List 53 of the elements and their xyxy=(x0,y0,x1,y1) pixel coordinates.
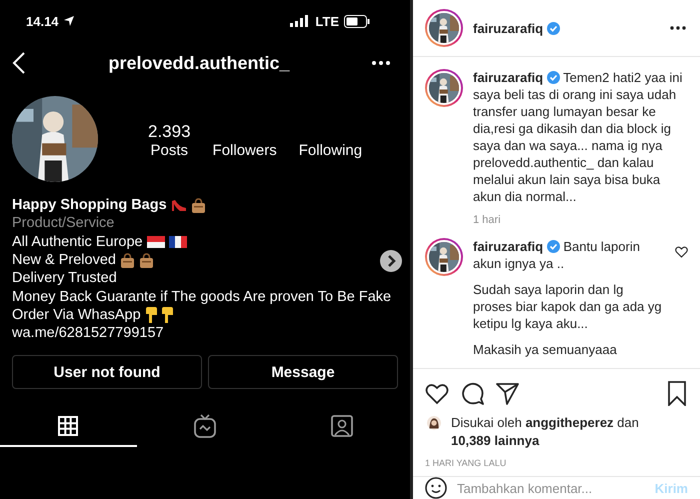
network-label: LTE xyxy=(315,14,339,28)
comment-text: Sudah saya laporin dan lg proses biar kapok dan ga ada yg ketipu lg kaya aku... xyxy=(473,281,663,332)
flag-icon xyxy=(146,236,165,248)
heart-icon[interactable] xyxy=(425,382,449,405)
tv-icon xyxy=(194,414,216,438)
handbag-icon xyxy=(190,198,206,213)
stat-value: 2.393 xyxy=(148,122,191,142)
bookmark-icon[interactable] xyxy=(668,381,686,406)
high-heel-icon xyxy=(170,198,187,212)
comment-field[interactable]: Tambahkan komentar... xyxy=(457,480,645,496)
username-link[interactable]: fairuzarafiq xyxy=(473,70,544,86)
send-icon[interactable] xyxy=(496,382,519,405)
stat-label[interactable]: Following xyxy=(298,142,362,159)
category-text: Product/Service xyxy=(12,215,114,232)
profile-name: Happy Shopping Bags xyxy=(12,197,167,214)
heart-icon[interactable] xyxy=(675,246,688,258)
time-text: 14.14 xyxy=(26,14,59,28)
bio-text: Order Via WhasApp xyxy=(12,306,141,323)
pointing-hand-icon xyxy=(144,306,157,323)
flag-icon xyxy=(168,236,187,248)
username-link[interactable]: fairuzarafiq xyxy=(473,239,544,254)
handbag-icon xyxy=(120,252,135,268)
pointing-hand-icon xyxy=(160,306,173,323)
bio-text: Money Back Guarante if The goods Are proven To Be Fake xyxy=(12,288,392,305)
handbag-icon xyxy=(138,252,154,268)
comment-text: Makasih ya semuanyaaa xyxy=(473,341,618,358)
post-date: 1 HARI YANG LALU xyxy=(424,457,508,470)
stat-label[interactable]: Followers xyxy=(212,142,277,159)
comment-text: fairuzarafiq Bantu laporin akun ignya ya .. xyxy=(473,238,641,272)
likes-text: Disukai oleh anggitheperez dan 10,389 lainnya xyxy=(451,414,640,450)
stat-label[interactable]: Posts xyxy=(150,142,188,159)
bio-text: All Authentic Europe xyxy=(12,234,143,250)
avatar-icon xyxy=(425,414,443,432)
bio-text: Delivery Trusted xyxy=(12,270,117,286)
emoji-icon[interactable] xyxy=(425,477,447,499)
more-icon[interactable] xyxy=(670,26,686,30)
signal-icon xyxy=(290,15,310,27)
comment-icon[interactable] xyxy=(461,382,484,406)
more-icon[interactable] xyxy=(372,61,390,65)
bio-text: New & Preloved xyxy=(12,252,116,268)
comment-text: fairuzarafiq Temen2 hati2 yaa ini saya beli tas di orang ini saya udah transfer uang lumayan besar ke dia,resi ga dikasih dan dia block ig saya dan wa saya... nama ig nya prelovedd.authentic_ dan kalau melalui akun lain saya bisa buka akun dia normal... xyxy=(473,69,684,206)
chevron-right-icon[interactable] xyxy=(380,250,402,272)
profile-username: prelovedd.authentic_ xyxy=(108,52,290,74)
username-link[interactable]: fairuzarafiq xyxy=(473,20,544,36)
back-icon[interactable] xyxy=(12,52,26,74)
comment-time: 1 hari xyxy=(473,214,502,226)
bio-link[interactable]: wa.me/6281527799157 xyxy=(12,325,164,342)
grid-icon xyxy=(58,416,78,436)
location-arrow-icon xyxy=(64,16,74,26)
profile-button[interactable]: User not found xyxy=(12,355,202,390)
tagged-person-icon xyxy=(330,415,353,438)
profile-button[interactable]: Message xyxy=(208,355,398,390)
battery-icon xyxy=(344,14,370,28)
